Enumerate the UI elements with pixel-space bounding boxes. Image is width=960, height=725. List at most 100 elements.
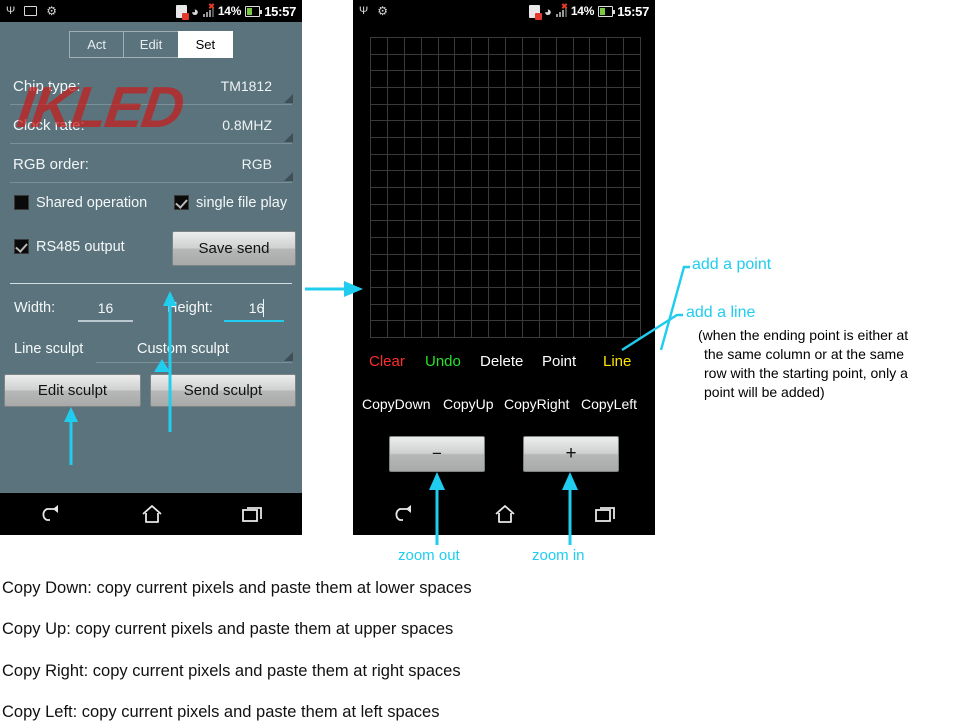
point-button[interactable]: Point [542, 353, 576, 370]
grid-line-horizontal [370, 54, 640, 55]
clock-label: 15:57 [617, 3, 649, 19]
grid-line-horizontal [370, 270, 640, 271]
checkbox-row-1: Shared operation single file play [0, 193, 302, 217]
clear-button[interactable]: Clear [369, 353, 405, 370]
line-note-line-2: the same column or at the same [704, 346, 904, 362]
annotation-zoom-out: zoom out [398, 547, 460, 564]
delete-button[interactable]: Delete [480, 353, 523, 370]
save-send-button[interactable]: Save send [172, 231, 296, 266]
grid-line-horizontal [370, 137, 640, 138]
line-note-line-1: (when the ending point is either at [698, 327, 909, 343]
grid-line-horizontal [370, 237, 640, 238]
battery-percent-label: 14% [217, 4, 242, 18]
status-bar-left-icons: Ψ ⚙ [359, 5, 388, 17]
width-value[interactable]: 16 [78, 300, 133, 316]
home-icon[interactable] [493, 503, 517, 525]
width-input-underline [78, 320, 133, 322]
usb-icon: Ψ [6, 4, 16, 17]
nav-bar-right[interactable] [353, 493, 655, 535]
grid-line-horizontal [370, 204, 640, 205]
mode-tab-bar[interactable]: Act Edit Set [69, 31, 233, 58]
send-sculpt-button[interactable]: Send sculpt [150, 374, 296, 407]
recent-apps-icon[interactable] [593, 504, 617, 524]
checkbox-shared-operation[interactable] [14, 195, 29, 210]
grid-line-horizontal [370, 37, 640, 38]
shared-operation-label[interactable]: Shared operation [36, 195, 147, 211]
status-bar-right-icons: ◕ ✖ 14% 15:57 [175, 2, 296, 20]
recent-apps-icon[interactable] [240, 504, 264, 524]
dropdown-triangle-icon[interactable] [284, 94, 293, 103]
annotation-add-a-line: add a line [686, 304, 756, 321]
android-icon: ⚙ [46, 4, 57, 18]
copy-up-button[interactable]: CopyUp [443, 396, 494, 412]
chip-type-value: TM1812 [220, 78, 272, 94]
grid-line-horizontal [370, 287, 640, 288]
tab-act[interactable]: Act [69, 31, 125, 58]
divider [10, 283, 292, 284]
back-arrow-icon[interactable] [38, 504, 64, 524]
battery-percent-label: 14% [570, 4, 595, 18]
rs485-output-label[interactable]: RS485 output [36, 239, 125, 255]
line-sculpt-label[interactable]: Line sculpt [14, 341, 83, 357]
checkbox-single-file-play[interactable] [174, 195, 189, 210]
back-arrow-icon[interactable] [391, 504, 417, 524]
height-label: Height: [167, 300, 213, 316]
grid-line-horizontal [370, 220, 640, 221]
copy-left-button[interactable]: CopyLeft [581, 396, 637, 412]
sd-card-error-icon [175, 4, 189, 20]
status-bar-left-icons: Ψ ⚙ [6, 5, 57, 17]
zoom-in-button[interactable]: + [523, 436, 619, 472]
single-file-play-label[interactable]: single file play [196, 195, 287, 211]
note-copy-right: Copy Right: copy current pixels and past… [2, 662, 461, 680]
grid-line-horizontal [370, 187, 640, 188]
dropdown-triangle-icon[interactable] [284, 352, 293, 361]
grid-line-horizontal [370, 304, 640, 305]
setting-row-rgb-order[interactable]: RGB order: RGB [0, 150, 302, 189]
status-bar-left: Ψ ⚙ ◕ ✖ 14% 15:57 [0, 0, 302, 22]
grid-line-horizontal [370, 154, 640, 155]
copy-down-button[interactable]: CopyDown [362, 396, 430, 412]
divider [10, 182, 292, 183]
grid-line-vertical [640, 37, 641, 337]
dropdown-triangle-icon[interactable] [284, 133, 293, 142]
note-copy-down: Copy Down: copy current pixels and paste… [2, 579, 472, 597]
usb-icon: Ψ [359, 4, 369, 17]
rgb-order-value: RGB [241, 156, 272, 172]
divider [10, 104, 292, 105]
tab-edit[interactable]: Edit [123, 31, 179, 58]
line-note-line-4: point will be added) [704, 384, 825, 400]
pixel-grid-canvas[interactable] [370, 37, 641, 338]
tab-set[interactable]: Set [177, 31, 233, 58]
copy-right-button[interactable]: CopyRight [504, 396, 569, 412]
edit-sculpt-button[interactable]: Edit sculpt [4, 374, 141, 407]
grid-line-horizontal [370, 70, 640, 71]
grid-line-horizontal [370, 87, 640, 88]
grid-line-horizontal [370, 120, 640, 121]
note-copy-left: Copy Left: copy current pixels and paste… [2, 703, 440, 721]
status-bar-right: Ψ ⚙ ◕ ✖ 14% 15:57 [353, 0, 655, 22]
sd-card-error-icon [528, 4, 542, 20]
undo-button[interactable]: Undo [425, 353, 461, 370]
line-button[interactable]: Line [603, 353, 631, 370]
grid-line-horizontal [370, 104, 640, 105]
image-icon [24, 6, 38, 16]
annotation-zoom-in: zoom in [532, 547, 585, 564]
setting-row-chip-type[interactable]: Chip type: TM1812 [0, 72, 302, 111]
grid-line-horizontal [370, 337, 640, 338]
home-icon[interactable] [140, 503, 164, 525]
zoom-out-button[interactable]: − [389, 436, 485, 472]
setting-row-clock-rate[interactable]: Clock rate: 0.8MHZ [0, 111, 302, 150]
text-caret [263, 299, 264, 317]
wifi-icon: ◕ [190, 3, 199, 19]
annotation-line-note: (when the ending point is either at the … [698, 326, 960, 402]
custom-sculpt-label[interactable]: Custom sculpt [137, 341, 229, 357]
height-value[interactable]: 16 [229, 300, 284, 316]
signal-bars-icon: ✖ [202, 2, 215, 17]
nav-bar-left[interactable] [0, 493, 302, 535]
left-phone-screen: Ψ ⚙ ◕ ✖ 14% 15:57 Act Edit Set Chip type… [0, 0, 302, 535]
dropdown-triangle-icon[interactable] [284, 172, 293, 181]
wifi-icon: ◕ [543, 3, 552, 19]
divider [10, 143, 292, 144]
width-label: Width: [14, 300, 56, 316]
checkbox-rs485-output[interactable] [14, 239, 29, 254]
